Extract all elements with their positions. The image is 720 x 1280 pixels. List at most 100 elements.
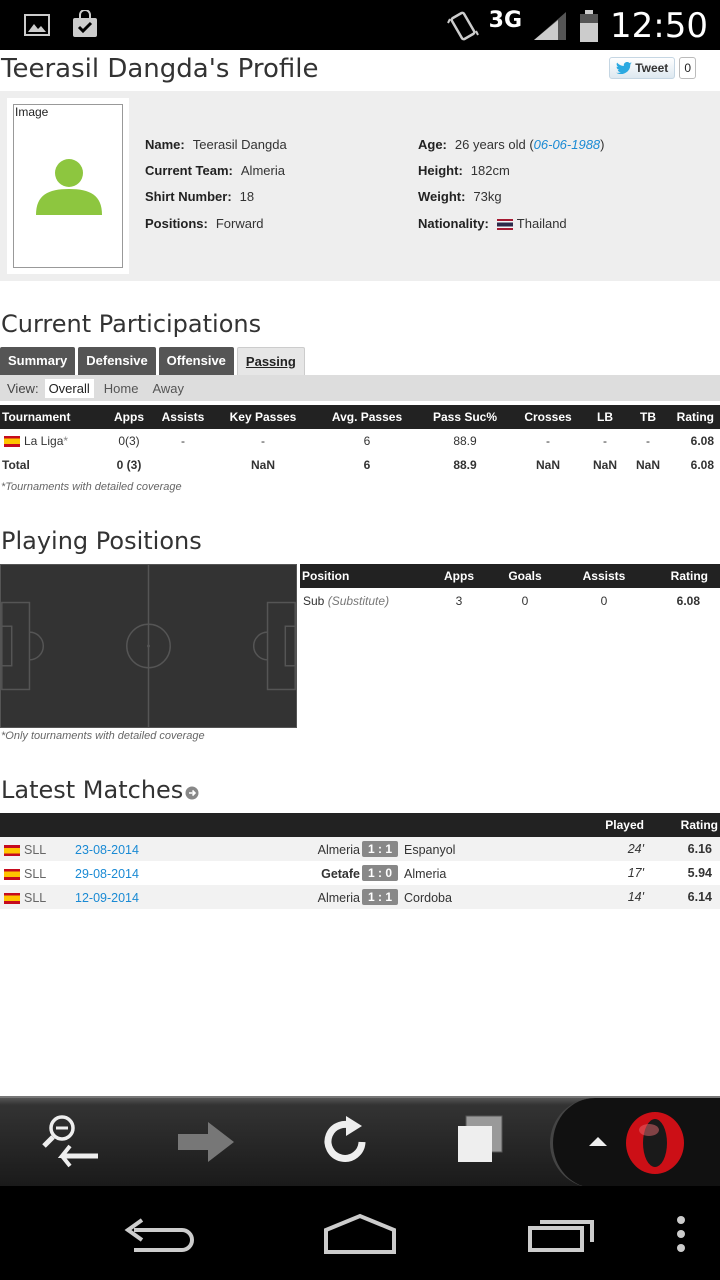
score-badge[interactable]: 1 : 1 [362,889,399,905]
shirt-label: Shirt Number: [145,189,232,204]
coverage-note: *Tournaments with detailed coverage [1,481,182,493]
arrow-circle-icon[interactable] [185,786,199,800]
away-team[interactable]: Almeria [404,867,446,881]
zoom-out-back-icon[interactable] [40,1112,110,1172]
col-assists[interactable]: Assists [552,564,656,588]
tweet-button[interactable]: Tweet [609,57,676,79]
back-icon[interactable] [120,1208,200,1258]
recent-apps-icon[interactable] [522,1208,602,1258]
player-name: Teerasil Dangda [192,137,287,152]
away-team[interactable]: Cordoba [404,891,452,905]
matches-heading-text: Latest Matches [1,776,184,804]
view-away[interactable]: Away [148,379,188,398]
birth-date-link[interactable]: 06-06-1988 [534,137,601,152]
competition: SLL [24,867,47,881]
avatar-placeholder-icon [36,159,102,215]
vibrate-icon [446,11,479,41]
match-date-link[interactable]: 23-08-2014 [75,843,139,857]
view-overall[interactable]: Overall [44,378,94,398]
stats-tabs: Summary Defensive Offensive Passing [0,347,305,375]
home-team[interactable]: Almeria [318,891,360,905]
participations-heading: Current Participations [1,310,262,338]
match-row[interactable]: SLL 23-08-2014 Almeria 1 : 1 Espanyol 24… [0,837,720,861]
browser-toolbar [0,1096,720,1188]
col-assists[interactable]: Assists [154,405,212,429]
pitch-diagram [0,564,297,728]
positions-note: *Only tournaments with detailed coverage [1,730,205,742]
profile-box: Image Name: Teerasil Dangda Current Team:… [0,91,720,281]
reload-icon[interactable] [310,1112,380,1172]
team-label: Current Team: [145,163,233,178]
col-position[interactable]: Position [300,564,420,588]
cell-pass-success: 88.9 [453,434,477,448]
overflow-menu-icon[interactable] [674,1214,688,1254]
cell-pass-success: 88.9 [453,458,477,472]
home-team[interactable]: Almeria [318,843,360,857]
col-rating[interactable]: Rating [672,405,720,429]
col-avg-passes[interactable]: Avg. Passes [314,405,420,429]
position-name: Sub [303,594,325,608]
col-apps[interactable]: Apps [104,405,154,429]
spain-flag-icon [4,869,20,881]
cell-lb: NaN [592,458,617,472]
col-goals[interactable]: Goals [498,564,552,588]
store-notification-icon [73,10,97,37]
col-apps[interactable]: Apps [420,564,498,588]
score-badge[interactable]: 1 : 1 [362,841,399,857]
position-detail: (Substitute) [327,594,390,608]
nationality-value: Thailand [516,216,567,231]
tabs-icon[interactable] [444,1112,514,1172]
spain-flag-icon [4,436,20,448]
cell-assists [154,453,212,477]
col-pass-success[interactable]: Pass Suc% [420,405,510,429]
total-row: Total 0 (3) NaN 6 88.9 NaN NaN NaN 6.08 [0,453,720,477]
tweet-count: 0 [679,57,696,79]
forward-arrow-icon[interactable] [172,1112,242,1172]
shirt-number: 18 [239,189,255,204]
home-team[interactable]: Getafe [321,867,360,881]
score-badge[interactable]: 1 : 0 [362,865,399,881]
battery-icon [580,10,599,42]
opera-menu-area[interactable] [550,1098,720,1188]
nationality-label: Nationality: [418,216,489,231]
positions-value: Forward [215,216,264,231]
cell-tb: NaN [635,458,660,472]
match-row[interactable]: SLL 29-08-2014 Getafe 1 : 0 Almeria 17' … [0,861,720,885]
away-team[interactable]: Espanyol [404,843,455,857]
weight-label: Weight: [418,189,466,204]
opera-logo-icon[interactable] [623,1110,687,1176]
spain-flag-icon [4,845,20,857]
col-tb[interactable]: TB [624,405,672,429]
tournament-link[interactable]: La Liga [24,434,63,448]
height-label: Height: [418,163,463,178]
col-crosses[interactable]: Crosses [510,405,586,429]
matches-heading: Latest Matches [1,776,199,804]
view-filter-bar: View: Overall Home Away [0,375,720,401]
image-alt-text: Image [15,105,49,119]
col-rating[interactable]: Rating [656,564,720,588]
cell-goals: 0 [521,594,529,608]
match-rating: 6.16 [656,837,720,861]
tab-offensive[interactable]: Offensive [158,347,234,375]
match-row[interactable]: SLL 12-09-2014 Almeria 1 : 1 Cordoba 14'… [0,885,720,909]
tab-summary[interactable]: Summary [0,347,76,375]
chevron-up-icon[interactable] [587,1134,609,1148]
home-icon[interactable] [320,1208,400,1258]
table-row: La Liga* 0(3) - - 6 88.9 - - - 6.08 [0,429,720,453]
match-date-link[interactable]: 29-08-2014 [75,867,139,881]
tab-defensive[interactable]: Defensive [78,347,156,375]
view-home[interactable]: Home [100,379,143,398]
col-tournament[interactable]: Tournament [0,405,104,429]
tab-passing[interactable]: Passing [236,347,305,375]
col-key-passes[interactable]: Key Passes [212,405,314,429]
col-rating[interactable]: Rating [656,813,720,837]
spain-flag-icon [4,893,20,905]
competition: SLL [24,891,47,905]
match-rating: 6.14 [656,885,720,909]
cell-tb: - [646,434,650,448]
col-lb[interactable]: LB [586,405,624,429]
col-played[interactable]: Played [600,813,656,837]
table-row: Sub (Substitute) 3 0 0 6.08 [300,588,720,614]
match-date-link[interactable]: 12-09-2014 [75,891,139,905]
positions-table: Position Apps Goals Assists Rating Sub (… [300,564,720,614]
